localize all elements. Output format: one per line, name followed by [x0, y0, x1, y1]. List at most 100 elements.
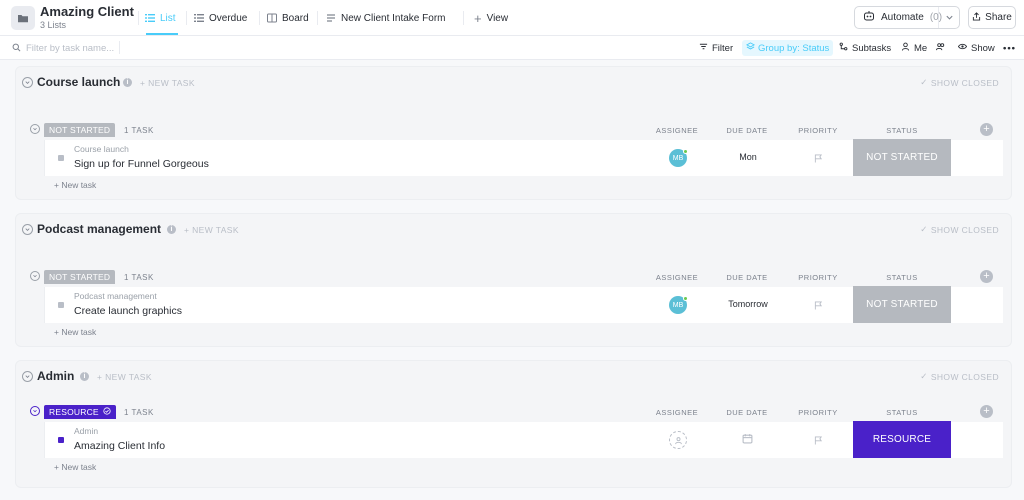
filter-button[interactable]: Filter	[699, 41, 733, 55]
add-assignee-icon[interactable]	[669, 431, 687, 449]
share-label: Share	[985, 12, 1012, 23]
me-label: Me	[914, 42, 928, 54]
status-cell[interactable]: RESOURCE	[853, 421, 951, 458]
group-collapse-icon[interactable]	[30, 124, 40, 134]
show-closed-label: SHOW CLOSED	[930, 77, 999, 88]
avatar[interactable]: MB	[669, 296, 688, 314]
column-header-assignee[interactable]: ASSIGNEE	[647, 126, 707, 135]
add-view-button[interactable]: + View	[474, 10, 508, 26]
task-status-square[interactable]	[58, 437, 64, 443]
task-name[interactable]: Amazing Client Info	[74, 440, 165, 452]
task-status-square[interactable]	[58, 155, 64, 161]
tab-overdue[interactable]: Overdue	[194, 10, 247, 26]
calendar-icon[interactable]	[742, 433, 753, 447]
add-view-label: View	[486, 12, 509, 24]
column-header-due-date[interactable]: DUE DATE	[717, 408, 777, 417]
column-header-priority[interactable]: PRIORITY	[788, 273, 848, 282]
avatar[interactable]: MB	[669, 149, 688, 167]
status-group-label: NOT STARTED	[49, 272, 111, 282]
column-header-due-date[interactable]: DUE DATE	[717, 126, 777, 135]
section-title[interactable]: Admin	[37, 369, 74, 383]
status-group-badge[interactable]: NOT STARTED	[44, 270, 116, 284]
new-task-button[interactable]: + NEW TASK	[97, 372, 152, 382]
show-closed-label: SHOW CLOSED	[930, 371, 999, 382]
share-button[interactable]: Share	[968, 6, 1016, 29]
priority-flag-icon[interactable]	[814, 434, 823, 448]
priority-flag-icon[interactable]	[814, 152, 823, 166]
tab-board[interactable]: Board	[267, 10, 309, 26]
search-input[interactable]	[26, 42, 124, 54]
info-icon[interactable]: i	[80, 372, 89, 381]
show-closed-button[interactable]: ✓ SHOW CLOSED	[920, 371, 999, 382]
due-date[interactable]: Mon	[717, 152, 779, 162]
task-status-square[interactable]	[58, 302, 64, 308]
column-header-assignee[interactable]: ASSIGNEE	[647, 273, 707, 282]
tab-label: Overdue	[209, 12, 248, 24]
group-by-label: Group by: Status	[758, 42, 830, 54]
new-task-button[interactable]: + NEW TASK	[140, 78, 195, 88]
add-column-icon[interactable]: +	[980, 123, 993, 136]
task-breadcrumb: Admin	[74, 426, 99, 436]
task-count: 1 TASK	[124, 408, 154, 417]
add-column-icon[interactable]: +	[980, 270, 993, 283]
group-collapse-icon[interactable]	[30, 406, 40, 416]
check-circle-icon	[103, 407, 111, 417]
column-header-status[interactable]: STATUS	[872, 408, 932, 417]
show-closed-button[interactable]: ✓ SHOW CLOSED	[920, 77, 999, 88]
task-count: 1 TASK	[124, 273, 154, 282]
tab-intake-form[interactable]: New Client Intake Form	[326, 10, 445, 26]
column-header-priority[interactable]: PRIORITY	[788, 408, 848, 417]
column-header-due-date[interactable]: DUE DATE	[717, 273, 777, 282]
task-name[interactable]: Sign up for Funnel Gorgeous	[74, 158, 209, 170]
list-section-podcast-management: Podcast management i + NEW TASK ✓ SHOW C…	[15, 213, 1012, 347]
divider	[138, 11, 139, 25]
column-header-status[interactable]: STATUS	[872, 126, 932, 135]
collapse-toggle-icon[interactable]	[22, 77, 33, 88]
online-indicator	[683, 296, 688, 301]
task-row[interactable]: Admin Amazing Client Info RESOURCE	[44, 421, 1003, 458]
assignees-button[interactable]	[936, 41, 945, 55]
tab-list[interactable]: List	[145, 10, 176, 26]
search-box[interactable]	[12, 41, 124, 55]
more-options-icon[interactable]: •••	[1003, 41, 1016, 55]
show-button[interactable]: Show	[957, 41, 995, 55]
new-task-link[interactable]: + New task	[54, 180, 96, 190]
me-filter-button[interactable]: Me	[901, 41, 927, 55]
users-icon	[936, 42, 945, 54]
filter-label: Filter	[712, 42, 734, 54]
priority-flag-icon[interactable]	[814, 299, 823, 313]
section-title[interactable]: Podcast management	[37, 222, 161, 236]
column-header-assignee[interactable]: ASSIGNEE	[647, 408, 707, 417]
folder-icon[interactable]	[11, 6, 35, 30]
add-column-icon[interactable]: +	[980, 405, 993, 418]
share-icon	[972, 11, 981, 24]
collapse-toggle-icon[interactable]	[22, 371, 33, 382]
check-icon: ✓	[920, 224, 928, 234]
chevron-down-icon[interactable]	[939, 13, 959, 22]
column-header-priority[interactable]: PRIORITY	[788, 126, 848, 135]
status-group-badge[interactable]: RESOURCE	[44, 405, 116, 419]
new-task-link[interactable]: + New task	[54, 462, 96, 472]
new-task-link[interactable]: + New task	[54, 327, 96, 337]
info-icon[interactable]: i	[167, 225, 176, 234]
automate-button[interactable]: Automate (0)	[854, 6, 960, 29]
robot-icon	[863, 10, 875, 25]
info-icon[interactable]: i	[123, 78, 132, 87]
new-task-button[interactable]: + NEW TASK	[184, 225, 239, 235]
group-by-button[interactable]: Group by: Status	[742, 40, 834, 56]
status-cell[interactable]: NOT STARTED	[853, 139, 951, 176]
status-group-badge[interactable]: NOT STARTED	[44, 123, 116, 137]
collapse-toggle-icon[interactable]	[22, 224, 33, 235]
task-row[interactable]: Podcast management Create launch graphic…	[44, 286, 1003, 323]
column-header-status[interactable]: STATUS	[872, 273, 932, 282]
section-title[interactable]: Course launch	[37, 75, 120, 89]
due-date[interactable]: Tomorrow	[717, 299, 779, 309]
top-header: Amazing Client 3 Lists List Overdue Boar…	[0, 0, 1024, 36]
task-row[interactable]: Course launch Sign up for Funnel Gorgeou…	[44, 139, 1003, 176]
page-title: Amazing Client	[40, 4, 134, 19]
group-collapse-icon[interactable]	[30, 271, 40, 281]
task-name[interactable]: Create launch graphics	[74, 305, 182, 317]
subtasks-button[interactable]: Subtasks	[839, 41, 891, 55]
show-closed-button[interactable]: ✓ SHOW CLOSED	[920, 224, 999, 235]
status-cell[interactable]: NOT STARTED	[853, 286, 951, 323]
